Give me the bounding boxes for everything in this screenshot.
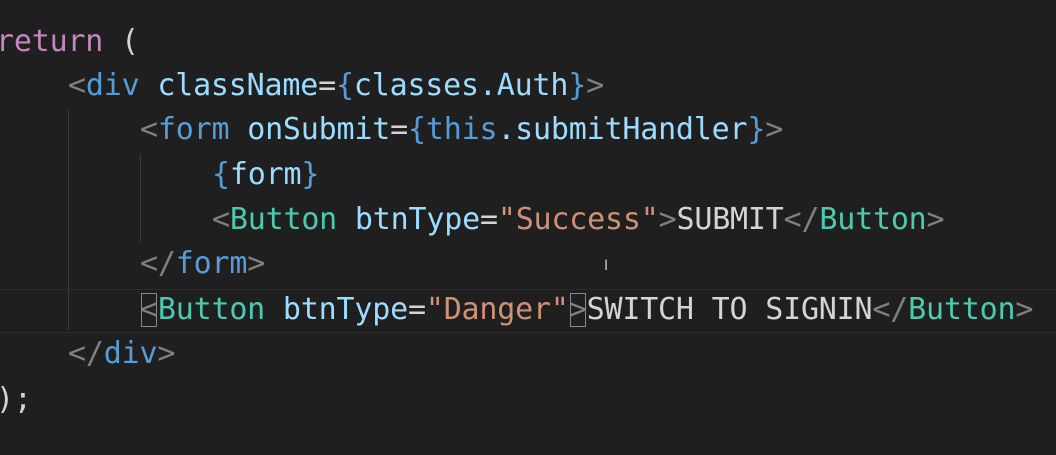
attr-onsubmit: onSubmit [247,112,391,147]
end-tag-name-form: form [175,246,248,281]
brace-open: { [407,112,426,147]
code-line-2[interactable]: <div className={classes.Auth}> [68,64,1056,108]
code-line-8[interactable]: </div> [68,332,1056,376]
end-tag-open-bracket: </ [140,246,176,281]
jsx-text-switch-to-signin: SWITCH TO SIGNIN [586,292,873,327]
end-tag-close-bracket: > [247,246,266,281]
tag-name-button: Button [157,292,266,327]
tag-close-bracket: > [765,112,784,147]
brace-close: } [747,112,766,147]
end-tag-open-bracket: </ [68,336,104,371]
string-success: "Success" [497,202,659,237]
end-tag-close-bracket: > [926,202,945,237]
code-line-6[interactable]: </form> [140,242,1056,286]
open-paren: ( [103,24,139,59]
keyword-return: return [0,24,104,59]
tag-name-button: Button [229,202,338,237]
end-tag-name-div: div [103,336,158,371]
attr-classname: className [157,68,319,103]
jsx-text-submit: SUBMIT [676,202,784,237]
equals: = [318,68,336,103]
expr-form: form [229,157,302,192]
ibeam-cursor-icon: I [604,258,608,274]
tag-open-bracket-matched: < [140,292,158,327]
tag-name-form: form [157,112,230,147]
end-tag-close-bracket: > [1015,292,1034,327]
end-tag-name-button: Button [819,202,927,237]
tag-open-bracket: < [212,202,230,237]
expr-submit-handler: .submitHandler [497,112,748,147]
tag-close-bracket-matched: > [568,292,587,327]
equals: = [479,202,498,237]
code-line-9[interactable]: ); [0,378,1052,422]
code-line-4[interactable]: {form} [212,153,1056,197]
indent-guide [140,154,141,242]
string-danger: "Danger" [425,292,569,327]
end-tag-open-bracket: </ [872,292,909,327]
code-line-5[interactable]: <Button btnType="Success">SUBMIT</Button… [212,198,1056,242]
code-line-7[interactable]: <Button btnType="Danger">SWITCH TO SIGNI… [140,288,1056,332]
tag-name-div: div [85,68,140,103]
brace-close: } [301,157,320,192]
brace-close: } [568,68,587,103]
tag-close-bracket: > [586,68,604,103]
code-editor[interactable]: return ( <div className={classes.Auth}> … [0,0,1056,455]
equals: = [390,112,408,147]
brace-open: { [335,68,354,103]
equals: = [407,292,426,327]
close-paren-semicolon: ); [0,382,32,417]
brace-open: { [212,157,230,192]
tag-open-bracket: < [68,68,86,103]
tag-open-bracket: < [140,112,158,147]
code-line-1[interactable]: return ( [0,20,1052,64]
expr-classes-auth: classes.Auth [353,68,569,103]
end-tag-open-bracket: </ [783,202,820,237]
tag-close-bracket: > [658,202,677,237]
code-line-3[interactable]: <form onSubmit={this.submitHandler}> [140,108,1056,152]
end-tag-close-bracket: > [157,336,176,371]
keyword-this: this [425,112,498,147]
attr-btntype: btnType [282,292,408,327]
attr-btntype: btnType [354,202,480,237]
indent-guide [68,110,69,330]
end-tag-name-button: Button [908,292,1016,327]
